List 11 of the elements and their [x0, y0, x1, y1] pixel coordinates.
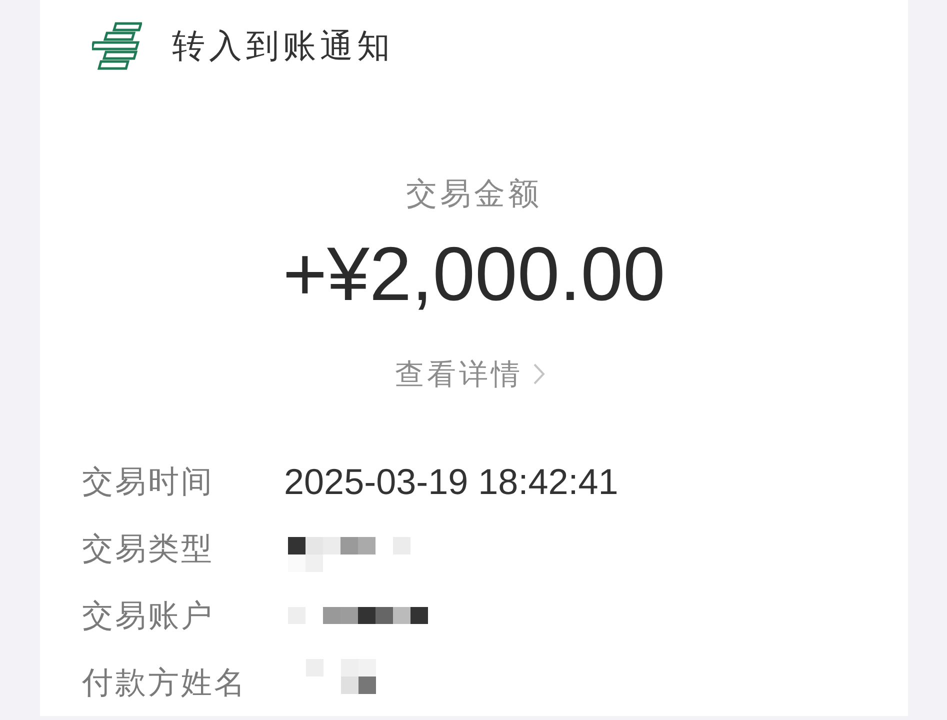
view-details-link[interactable]: 查看详情	[395, 354, 545, 394]
field-label: 交易时间	[82, 462, 215, 502]
field-label: 交易类型	[82, 530, 215, 568]
notification-title: 转入到账通知	[172, 26, 394, 66]
amount-value: +¥2,000.00	[282, 232, 666, 318]
field-label: 交易账户	[82, 596, 215, 636]
amount-label: 交易金额	[406, 175, 542, 214]
field-value: 2025-03-19 18:42:41	[284, 460, 618, 504]
chevron-right-icon	[533, 363, 545, 385]
logo-icon	[92, 22, 142, 70]
field-label: 付款方姓名	[82, 664, 248, 702]
